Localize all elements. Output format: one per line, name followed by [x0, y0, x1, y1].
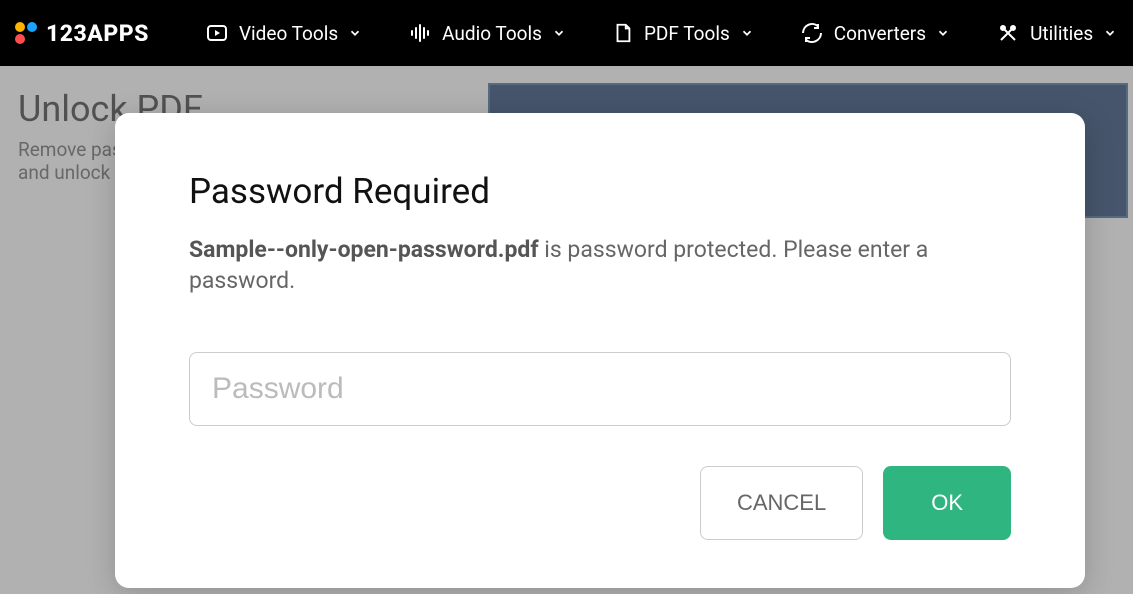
password-input[interactable] [189, 352, 1011, 426]
logo-dots-icon [14, 21, 38, 45]
nav-utilities[interactable]: Utilities [976, 21, 1133, 45]
nav-pdf-tools[interactable]: PDF Tools [592, 21, 774, 45]
logo[interactable]: 123APPS [14, 20, 149, 47]
cancel-button[interactable]: CANCEL [700, 466, 863, 540]
modal-message: Sample--only-open-password.pdf is passwo… [189, 234, 1011, 296]
pdf-file-icon [612, 21, 634, 45]
tools-icon [996, 21, 1020, 45]
nav-converters[interactable]: Converters [780, 21, 970, 45]
nav-label: Utilities [1030, 22, 1093, 45]
nav-audio-tools[interactable]: Audio Tools [388, 21, 586, 45]
convert-icon [800, 21, 824, 45]
nav-label: Video Tools [239, 22, 338, 45]
nav-label: Audio Tools [442, 22, 542, 45]
nav-video-tools[interactable]: Video Tools [185, 21, 382, 45]
chevron-down-icon [936, 26, 950, 40]
modal-filename: Sample--only-open-password.pdf [189, 236, 539, 263]
modal-title: Password Required [189, 171, 1011, 212]
password-modal: Password Required Sample--only-open-pass… [115, 113, 1085, 588]
chevron-down-icon [1103, 26, 1117, 40]
nav-label: Converters [834, 22, 926, 45]
chevron-down-icon [552, 26, 566, 40]
audio-bars-icon [408, 21, 432, 45]
logo-text: 123APPS [46, 20, 149, 47]
top-nav: 123APPS Video Tools Audio Tools PDF Tool… [0, 0, 1133, 66]
play-rect-icon [205, 21, 229, 45]
ok-button[interactable]: OK [883, 466, 1011, 540]
modal-actions: CANCEL OK [189, 466, 1011, 540]
chevron-down-icon [740, 26, 754, 40]
chevron-down-icon [348, 26, 362, 40]
nav-label: PDF Tools [644, 22, 730, 45]
